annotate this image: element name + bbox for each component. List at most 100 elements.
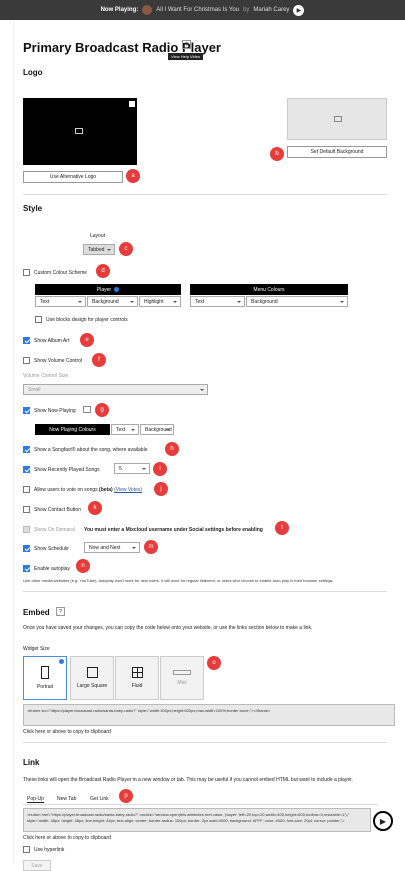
link-heading: Link	[23, 758, 40, 767]
use-blocks-label: Use blocks design for player controls	[46, 317, 128, 323]
on-demand-checkbox[interactable]	[23, 526, 30, 533]
schedule-select[interactable]: Now and Next	[84, 542, 140, 553]
use-blocks-checkbox[interactable]	[35, 316, 42, 323]
contact-button-checkbox[interactable]	[23, 506, 30, 513]
badge-n: n	[76, 559, 90, 573]
widget-large-square-label: Large Square	[76, 683, 108, 689]
widget-size-label: Widget Size	[23, 646, 50, 652]
square-icon	[86, 667, 98, 678]
allow-vote-text: Allow users to vote on songs (beta) (Vie…	[34, 487, 142, 493]
on-demand-note: You must enter a Mixcloud username under…	[84, 527, 263, 533]
menu-background-select[interactable]: Background	[246, 296, 348, 307]
menu-text-select[interactable]: Text	[190, 296, 245, 307]
on-demand-label: Show On Demand	[34, 527, 75, 533]
badge-a: a	[126, 169, 140, 183]
help-tooltip: View Help Video	[168, 53, 204, 60]
show-volume-checkbox[interactable]	[23, 357, 30, 364]
badge-k: k	[88, 501, 102, 515]
save-button[interactable]: Save	[23, 860, 51, 871]
badge-d: d	[96, 264, 110, 278]
np-text-select[interactable]: Text	[111, 424, 139, 435]
show-volume-label: Show Volume Control	[34, 358, 83, 364]
grid-icon	[131, 667, 143, 678]
edit-icon[interactable]	[129, 101, 135, 107]
badge-g: g	[95, 403, 109, 417]
layout-label: Layout	[90, 233, 106, 239]
mini-icon	[173, 670, 191, 675]
autoplay-checkbox[interactable]	[23, 565, 30, 572]
np-background-select[interactable]: Background	[140, 424, 174, 435]
allow-vote-checkbox[interactable]	[23, 486, 30, 493]
player-colour-label: Player	[96, 286, 112, 293]
recently-played-checkbox[interactable]	[23, 466, 30, 473]
tab-divider	[23, 804, 378, 805]
tab-popup[interactable]: Pop-Up	[27, 796, 44, 803]
divider	[23, 591, 387, 592]
embed-copy-hint[interactable]: Click here or above to copy to clipboard	[23, 729, 111, 735]
background-preview[interactable]	[287, 98, 387, 140]
show-now-playing-label: Show Now Playing	[34, 408, 76, 414]
show-schedule-label: Show Schedule	[34, 546, 69, 552]
layout-select[interactable]: Tabbed	[83, 244, 115, 255]
badge-o: o	[207, 656, 221, 670]
tab-new-tab[interactable]: New Tab	[57, 796, 76, 802]
link-copy-hint[interactable]: Click here or above to copy to clipboard	[23, 835, 111, 841]
badge-f: f	[92, 353, 106, 367]
now-playing-label: Now Playing:	[100, 7, 139, 13]
contact-button-label: Show Contact Button	[34, 507, 81, 513]
widget-portrait[interactable]: Portrait	[23, 656, 67, 700]
image-icon	[334, 116, 342, 122]
volume-size-label: Volume Control Size	[23, 373, 69, 379]
embed-code-box[interactable]: <iframe src="https://player.broadcast.ra…	[23, 704, 395, 726]
link-code-box[interactable]: <button href="https://player.broadcast.r…	[23, 808, 371, 832]
show-album-art-checkbox[interactable]	[23, 337, 30, 344]
player-highlight-select[interactable]: Highlight	[139, 296, 181, 307]
album-thumb	[142, 5, 153, 15]
show-schedule-checkbox[interactable]	[23, 545, 30, 552]
popup-play-preview-icon[interactable]: ▶	[373, 811, 393, 831]
view-votes-link[interactable]: (View Votes)	[114, 487, 142, 493]
use-hyperlink-checkbox[interactable]	[23, 846, 30, 853]
style-heading: Style	[23, 204, 43, 213]
widget-fluid[interactable]: Fluid	[115, 656, 159, 700]
widget-large-square[interactable]: Large Square	[70, 656, 114, 700]
player-text-select[interactable]: Text	[35, 296, 86, 307]
recently-played-count[interactable]: 5	[114, 463, 150, 474]
widget-mini[interactable]: Mini	[160, 656, 204, 700]
image-icon[interactable]	[83, 406, 91, 413]
songfact-label: Show a Songfact® about the song, where a…	[34, 447, 148, 453]
badge-p: p	[119, 789, 133, 803]
show-now-playing-checkbox[interactable]	[23, 407, 30, 414]
badge-e: e	[80, 333, 94, 347]
widget-mini-label: Mini	[177, 680, 187, 686]
use-hyperlink-label: Use hyperlink	[34, 847, 65, 853]
badge-h: h	[165, 442, 179, 456]
embed-description: Once you have saved your changes, you ca…	[23, 625, 313, 631]
songfact-checkbox[interactable]	[23, 446, 30, 453]
embed-help-button[interactable]: ?	[56, 607, 65, 616]
divider	[23, 742, 387, 743]
now-playing-by: by	[243, 7, 250, 13]
beta-tag: (beta)	[99, 487, 113, 493]
embed-heading: Embed	[23, 608, 50, 617]
tab-get-link[interactable]: Get Link	[90, 796, 109, 802]
settings-panel: Primary Broadcast Radio Player ? View He…	[13, 20, 404, 871]
now-playing-track: All I Want For Christmas Is You	[156, 7, 240, 13]
divider	[23, 194, 387, 195]
autoplay-note: Like other media websites (e.g. YouTube)…	[23, 578, 334, 583]
logo-preview[interactable]	[23, 98, 137, 165]
info-icon	[114, 287, 120, 292]
badge-b: b	[270, 147, 284, 161]
custom-colour-checkbox[interactable]	[23, 269, 30, 276]
recently-played-label: Show Recently Played Songs	[34, 467, 100, 473]
badge-l: l	[275, 521, 289, 535]
portrait-icon	[41, 666, 49, 679]
help-video-button[interactable]: ?	[182, 40, 191, 49]
volume-size-select[interactable]: Small	[23, 384, 208, 395]
badge-c: c	[119, 242, 133, 256]
set-default-bg-button[interactable]: Set Default Background	[287, 146, 387, 158]
now-playing-bar: Now Playing: All I Want For Christmas Is…	[0, 0, 405, 20]
play-icon[interactable]: ▶	[293, 4, 305, 16]
use-alt-logo-button[interactable]: Use Alternative Logo	[23, 171, 123, 183]
player-background-select[interactable]: Background	[87, 296, 138, 307]
